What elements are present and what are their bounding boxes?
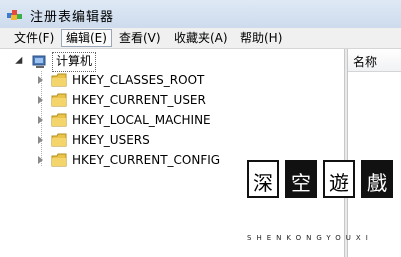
tree-node-label: HKEY_CURRENT_USER [72, 93, 206, 107]
tree-node-label: HKEY_CLASSES_ROOT [72, 73, 205, 87]
menu-view[interactable]: 查看(V) [115, 29, 165, 47]
watermark-char-box: 戲 [361, 160, 393, 198]
watermark-logo: 深 空 遊 戲 SHENKONGYOUXI [247, 160, 397, 245]
menu-file[interactable]: 文件(F) [10, 29, 58, 47]
folder-icon [51, 153, 67, 167]
expand-arrow-icon[interactable] [38, 136, 43, 144]
computer-icon [32, 55, 46, 68]
folder-icon [51, 113, 67, 127]
watermark-char: 深 [253, 171, 273, 195]
title-bar: 注册表编辑器 [0, 0, 401, 29]
expand-arrow-icon[interactable] [38, 156, 43, 164]
tree-root-label: 计算机 [52, 52, 97, 72]
watermark-char-box: 深 [247, 160, 279, 198]
watermark-char-box: 遊 [323, 160, 355, 198]
expand-arrow-icon[interactable] [38, 116, 43, 124]
menu-edit[interactable]: 编辑(E) [61, 29, 112, 47]
watermark-char: 遊 [329, 171, 349, 195]
window-title: 注册表编辑器 [30, 10, 115, 25]
column-header-name[interactable]: 名称 [348, 49, 401, 72]
tree-node-label: HKEY_USERS [72, 133, 150, 147]
folder-icon [51, 133, 67, 147]
folder-icon [51, 93, 67, 107]
folder-icon [51, 73, 67, 87]
regedit-icon [7, 10, 22, 20]
expand-arrow-icon[interactable] [38, 96, 43, 104]
menu-help[interactable]: 帮助(H) [236, 29, 286, 47]
tree-node-label: HKEY_CURRENT_CONFIG [72, 153, 221, 167]
expand-arrow-icon[interactable] [38, 76, 43, 84]
menu-bar: 文件(F) 编辑(E) 查看(V) 收藏夹(A) 帮助(H) [0, 28, 401, 49]
menu-favorites[interactable]: 收藏夹(A) [170, 29, 232, 47]
watermark-char: 空 [291, 171, 311, 195]
column-header-label: 名称 [353, 55, 378, 69]
watermark-char: 戲 [367, 171, 387, 195]
tree-node-label: HKEY_LOCAL_MACHINE [72, 113, 211, 127]
watermark-subtitle: SHENKONGYOUXI [247, 234, 373, 242]
watermark-char-box: 空 [285, 160, 317, 198]
